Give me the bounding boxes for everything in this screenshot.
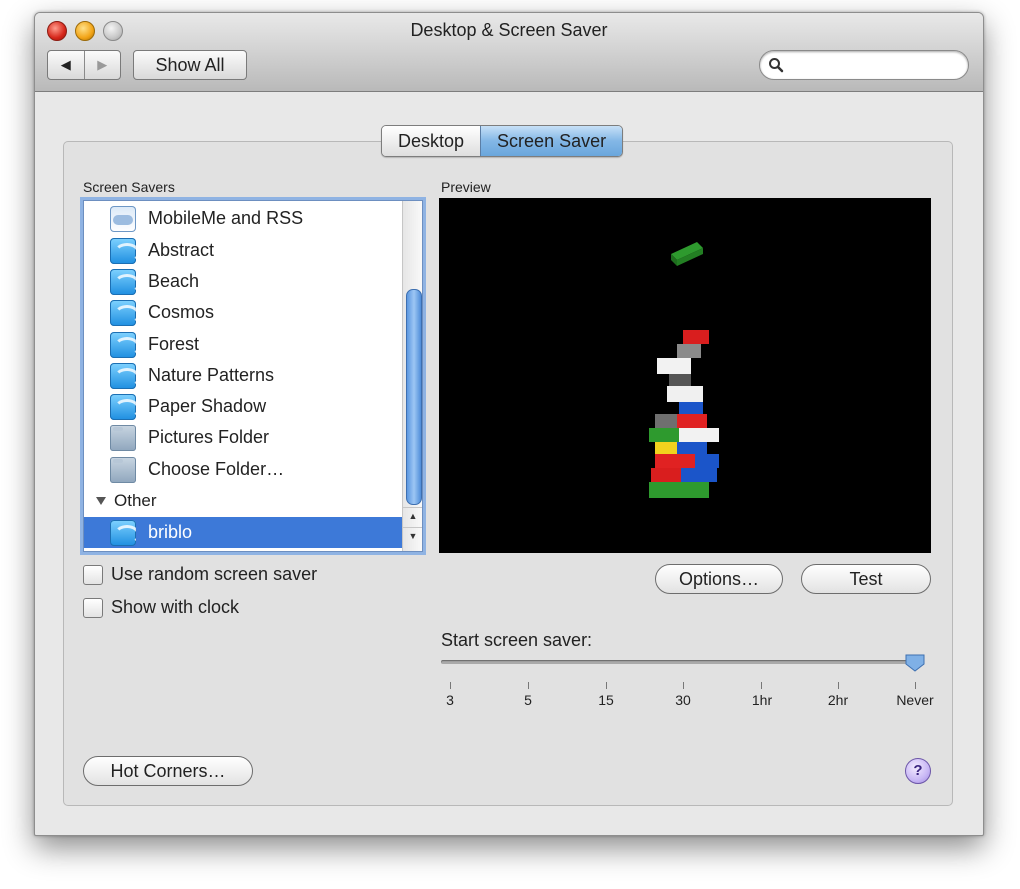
preview-label: Preview xyxy=(441,179,491,195)
list-item[interactable]: Paper Shadow xyxy=(84,391,402,422)
slider-tick-label: 3 xyxy=(446,692,454,708)
list-item[interactable]: Abstract xyxy=(84,235,402,266)
random-screen-saver-label: Use random screen saver xyxy=(111,564,318,584)
list-item-label: Beach xyxy=(148,271,200,291)
list-item-label: Pictures Folder xyxy=(148,427,270,447)
show-clock-label: Show with clock xyxy=(111,597,240,617)
list-item[interactable]: Beach xyxy=(84,266,402,297)
list-item-label: briblo xyxy=(148,522,193,542)
start-screen-saver-label: Start screen saver: xyxy=(441,630,593,650)
slider-tick xyxy=(838,682,839,689)
list-item-label: Nature Patterns xyxy=(148,365,275,385)
list-item[interactable]: Pictures Folder xyxy=(84,422,402,453)
slider-tick xyxy=(915,682,916,689)
cloud-icon xyxy=(110,205,136,232)
start-screen-saver-slider[interactable] xyxy=(441,660,919,664)
tab-screen-saver[interactable]: Screen Saver xyxy=(480,126,623,156)
window-title: Desktop & Screen Saver xyxy=(410,20,608,40)
show-all-button[interactable]: Show All xyxy=(133,50,247,80)
slider-tick-label: 30 xyxy=(675,692,691,708)
search-field[interactable] xyxy=(759,50,969,80)
screen-saver-list[interactable]: MobileMe and RSS Abstract Beach Cosmos F… xyxy=(83,200,423,552)
list-item-label: MobileMe and RSS xyxy=(148,208,304,228)
folder-icon xyxy=(110,424,136,451)
hot-corners-button[interactable]: Hot Corners… xyxy=(83,756,253,786)
group-header-other[interactable]: Other xyxy=(96,487,157,515)
brick-tower xyxy=(649,330,719,498)
list-item[interactable]: Nature Patterns xyxy=(84,360,402,391)
pane-content: Desktop Screen Saver Screen Savers Previ… xyxy=(35,92,983,835)
lego-bricks-image xyxy=(649,242,719,498)
list-item-selected[interactable]: briblo xyxy=(84,517,402,548)
list-item[interactable]: Cosmos xyxy=(84,297,402,328)
scroll-down-arrow-icon[interactable]: ▼ xyxy=(403,527,422,544)
screensaver-icon xyxy=(110,268,136,295)
show-clock-checkbox[interactable] xyxy=(83,597,103,618)
slider-tick-label: 5 xyxy=(524,692,532,708)
random-screen-saver-checkbox[interactable] xyxy=(83,564,103,585)
title-bar: Desktop & Screen Saver ◀ ▶ Show All xyxy=(35,13,983,92)
scroll-up-arrow-icon[interactable]: ▲ xyxy=(403,507,422,524)
screensaver-icon xyxy=(110,237,136,264)
group-label: Other xyxy=(114,491,157,510)
screen-saver-preview xyxy=(439,198,931,553)
screensaver-icon xyxy=(110,519,136,546)
help-button[interactable]: ? xyxy=(905,758,931,784)
slider-tick xyxy=(606,682,607,689)
slider-tick xyxy=(683,682,684,689)
screen-savers-label: Screen Savers xyxy=(83,179,175,195)
slider-tick-label: 1hr xyxy=(751,692,773,708)
screensaver-icon xyxy=(110,299,136,326)
screensaver-icon xyxy=(110,393,136,420)
list-item-label: Paper Shadow xyxy=(148,396,267,416)
slider-tick-label: Never xyxy=(896,692,934,708)
slider-tick-label: 2hr xyxy=(827,692,849,708)
folder-icon xyxy=(110,456,136,483)
list-item-label: Abstract xyxy=(148,240,215,260)
test-button[interactable]: Test xyxy=(801,564,931,594)
back-forward-control: ◀ ▶ xyxy=(47,50,121,80)
screensaver-icon xyxy=(110,331,136,358)
disclosure-triangle-icon[interactable] xyxy=(96,497,106,505)
scroll-thumb[interactable] xyxy=(406,289,422,505)
list-item[interactable]: Choose Folder… xyxy=(84,454,402,485)
slider-tick xyxy=(450,682,451,689)
show-clock-option[interactable]: Show with clock xyxy=(83,597,239,618)
list-item-label: Choose Folder… xyxy=(148,459,285,479)
tab-desktop[interactable]: Desktop xyxy=(382,126,481,156)
search-icon xyxy=(769,58,784,73)
slider-tick xyxy=(528,682,529,689)
back-button[interactable]: ◀ xyxy=(48,51,84,79)
screensaver-icon xyxy=(110,362,136,389)
list-item[interactable]: MobileMe and RSS xyxy=(84,203,402,234)
options-button[interactable]: Options… xyxy=(655,564,783,594)
tab-bar: Desktop Screen Saver xyxy=(381,125,624,157)
preferences-window: Desktop & Screen Saver ◀ ▶ Show All Desk… xyxy=(34,12,984,836)
random-screen-saver-option[interactable]: Use random screen saver xyxy=(83,564,317,585)
list-scrollbar[interactable]: ▲ ▼ xyxy=(402,201,422,551)
list-item-label: Forest xyxy=(148,334,200,354)
list-item-label: Cosmos xyxy=(148,302,215,322)
floating-brick xyxy=(671,242,703,266)
slider-thumb[interactable] xyxy=(905,654,925,672)
list-item[interactable]: Forest xyxy=(84,329,402,360)
slider-tick-label: 15 xyxy=(598,692,614,708)
slider-tick xyxy=(761,682,762,689)
forward-button[interactable]: ▶ xyxy=(83,51,121,79)
